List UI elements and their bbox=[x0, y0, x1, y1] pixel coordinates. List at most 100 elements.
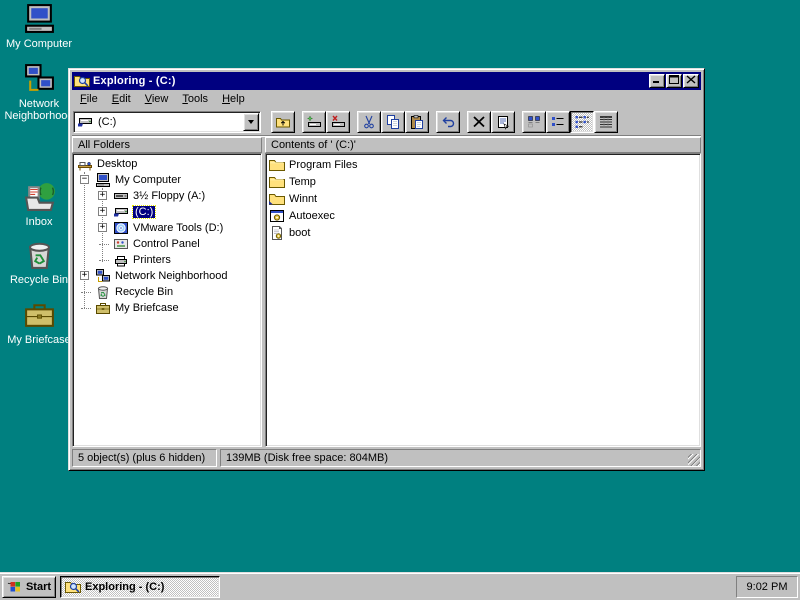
file-item-boot[interactable]: boot bbox=[266, 224, 700, 241]
dropdown-arrow-button[interactable] bbox=[243, 113, 259, 131]
resize-grip[interactable] bbox=[688, 454, 700, 466]
desktop-icon-recycle-bin[interactable]: Recycle Bin bbox=[0, 238, 78, 286]
explorer-window: Exploring - (C:) FileEditViewToolsHelp (… bbox=[68, 68, 705, 471]
floppy-icon bbox=[113, 188, 129, 204]
expand-toggle[interactable]: + bbox=[98, 223, 107, 232]
desktop-icon-my-briefcase[interactable]: My Briefcase bbox=[0, 298, 78, 346]
windows-flag-icon bbox=[7, 579, 23, 595]
close-button[interactable] bbox=[683, 74, 699, 88]
tree-item-label: 3½ Floppy (A:) bbox=[133, 190, 205, 202]
tree-item-3-floppy-a[interactable]: +3½ Floppy (A:) bbox=[73, 188, 261, 204]
minimize-icon bbox=[652, 75, 662, 87]
map-drive-icon bbox=[306, 114, 322, 130]
desktop-icon-label: Recycle Bin bbox=[10, 274, 68, 286]
tree-connector bbox=[81, 292, 91, 293]
expand-toggle[interactable]: + bbox=[98, 207, 107, 216]
maximize-button[interactable] bbox=[666, 74, 682, 88]
desktop-icon-my-computer[interactable]: My Computer bbox=[0, 2, 78, 50]
toolbar-button-properties[interactable] bbox=[491, 111, 515, 133]
desktop-icon bbox=[77, 156, 93, 172]
undo-icon bbox=[440, 114, 456, 130]
menu-view[interactable]: View bbox=[138, 91, 176, 107]
file-item-temp[interactable]: Temp bbox=[266, 173, 700, 190]
tree-item-vmware-tools-d[interactable]: +VMware Tools (D:) bbox=[73, 220, 261, 236]
toolbar-button-large-icons[interactable] bbox=[522, 111, 546, 133]
cut-icon bbox=[361, 114, 377, 130]
tree-item-my-computer[interactable]: − My Computer bbox=[73, 172, 261, 188]
toolbar-button-cut[interactable] bbox=[357, 111, 381, 133]
tree-item-c[interactable]: +(C:) bbox=[73, 204, 261, 220]
toolbar-button-list[interactable] bbox=[570, 111, 594, 133]
computer-icon bbox=[23, 2, 56, 35]
expand-toggle[interactable]: + bbox=[80, 271, 89, 280]
control-panel-icon bbox=[113, 236, 129, 252]
file-item-winnt[interactable]: Winnt bbox=[266, 190, 700, 207]
toolbar-group bbox=[302, 111, 350, 133]
menu-tools[interactable]: Tools bbox=[175, 91, 215, 107]
address-value: (C:) bbox=[98, 116, 243, 128]
computer-icon bbox=[95, 172, 111, 188]
network-icon bbox=[23, 62, 56, 95]
menu-help[interactable]: Help bbox=[215, 91, 252, 107]
file-item-label: boot bbox=[289, 227, 310, 239]
drive-c-icon bbox=[77, 114, 93, 130]
toolbar-button-copy[interactable] bbox=[381, 111, 405, 133]
tree-item-label: Desktop bbox=[97, 158, 137, 170]
start-label: Start bbox=[26, 581, 51, 593]
recycle-icon bbox=[23, 238, 56, 271]
tree-item-label: My Computer bbox=[115, 174, 181, 186]
file-item-label: Autoexec bbox=[289, 210, 335, 222]
briefcase-icon bbox=[23, 298, 56, 331]
network-icon bbox=[95, 268, 111, 284]
tree-item-my-briefcase[interactable]: My Briefcase bbox=[73, 300, 261, 316]
minimize-button[interactable] bbox=[649, 74, 665, 88]
toolbar-button-details[interactable] bbox=[594, 111, 618, 133]
toolbar-group bbox=[271, 111, 295, 133]
toolbar-button-disconnect-network-drive[interactable] bbox=[326, 111, 350, 133]
tree-item-recycle-bin[interactable]: Recycle Bin bbox=[73, 284, 261, 300]
desktop-icon-network-neighborhood[interactable]: Network Neighborhood bbox=[0, 62, 78, 122]
system-file-icon bbox=[269, 225, 285, 241]
inbox-icon bbox=[23, 180, 56, 213]
disconnect-drive-icon bbox=[330, 114, 346, 130]
desktop-icon-label: Network Neighborhood bbox=[0, 98, 78, 122]
window-title: Exploring - (C:) bbox=[93, 75, 648, 87]
start-button[interactable]: Start bbox=[2, 576, 56, 598]
toolbar-button-small-icons[interactable] bbox=[546, 111, 570, 133]
address-dropdown[interactable]: (C:) bbox=[73, 111, 261, 133]
folder-icon bbox=[269, 174, 285, 190]
toolbar-button-delete[interactable] bbox=[467, 111, 491, 133]
toolbar-button-paste[interactable] bbox=[405, 111, 429, 133]
taskbar-task-exploring-c[interactable]: Exploring - (C:) bbox=[60, 576, 220, 598]
tree-item-network-neighborhood[interactable]: +Network Neighborhood bbox=[73, 268, 261, 284]
toolbar-button-undo[interactable] bbox=[436, 111, 460, 133]
tree-item-label: Printers bbox=[133, 254, 171, 266]
drive-c-icon bbox=[113, 204, 129, 220]
desktop-icon-inbox[interactable]: Inbox bbox=[0, 180, 78, 228]
expand-toggle[interactable]: + bbox=[98, 191, 107, 200]
clock[interactable]: 9:02 PM bbox=[747, 581, 788, 593]
file-item-autoexec[interactable]: Autoexec bbox=[266, 207, 700, 224]
tree-connector bbox=[81, 308, 91, 309]
file-item-label: Program Files bbox=[289, 159, 357, 171]
maximize-icon bbox=[669, 75, 679, 87]
toolbar-group bbox=[357, 111, 429, 133]
folder-icon bbox=[269, 157, 285, 173]
view-small-icon bbox=[550, 114, 566, 130]
file-item-label: Temp bbox=[289, 176, 316, 188]
tree-item-control-panel[interactable]: Control Panel bbox=[73, 236, 261, 252]
toolbar-button-up-one-level[interactable] bbox=[271, 111, 295, 133]
toolbar-group bbox=[436, 111, 460, 133]
close-icon bbox=[686, 75, 696, 87]
menu-edit[interactable]: Edit bbox=[105, 91, 138, 107]
tree-item-printers[interactable]: Printers bbox=[73, 252, 261, 268]
toolbar-button-map-network-drive[interactable] bbox=[302, 111, 326, 133]
menu-file[interactable]: File bbox=[73, 91, 105, 107]
folder-winnt-icon bbox=[269, 191, 285, 207]
explorer-icon bbox=[74, 73, 90, 89]
file-item-program-files[interactable]: Program Files bbox=[266, 156, 700, 173]
tree-item-desktop[interactable]: Desktop bbox=[73, 156, 261, 172]
properties-icon bbox=[495, 114, 511, 130]
collapse-toggle[interactable]: − bbox=[80, 175, 89, 184]
title-bar[interactable]: Exploring - (C:) bbox=[72, 72, 701, 90]
